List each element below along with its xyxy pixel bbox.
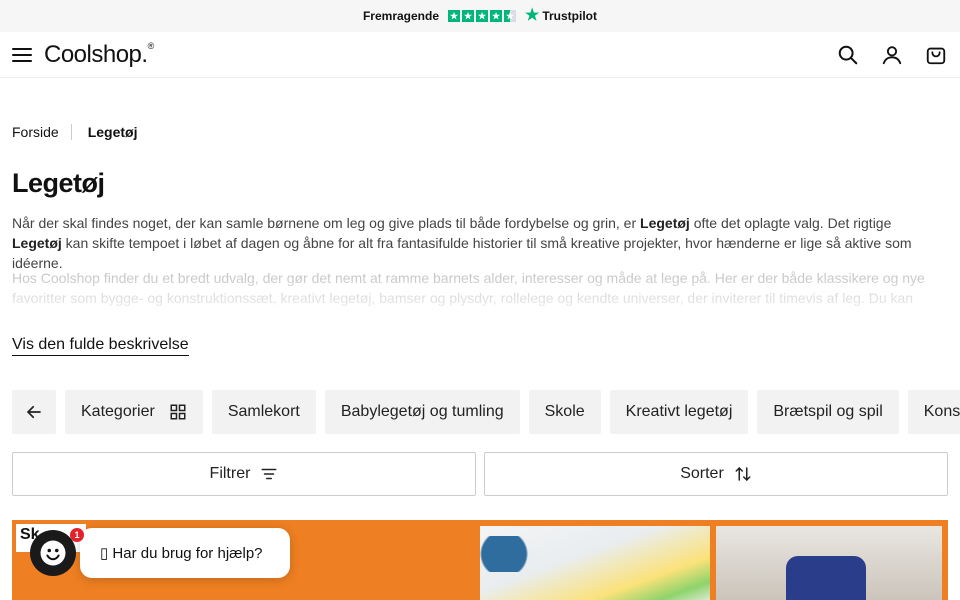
chat-prompt-bubble[interactable]: ▯ Har du brug for hjælp?	[80, 528, 290, 578]
banner-image-painting	[480, 526, 710, 600]
star-icon: ★	[490, 10, 502, 22]
chat-prompt-text: ▯ Har du brug for hjælp?	[100, 545, 263, 562]
filter-label: Filtrer	[209, 465, 251, 482]
breadcrumb-home[interactable]: Forside	[12, 124, 59, 140]
user-icon[interactable]	[880, 43, 904, 67]
trustpilot-brand: Trustpilot	[542, 9, 598, 23]
arrow-left-icon	[26, 405, 41, 419]
notification-badge: 1	[70, 528, 84, 542]
menu-icon[interactable]	[12, 47, 32, 62]
logo-text: Coolshop.	[44, 40, 148, 68]
half-star-icon: ★	[504, 10, 516, 22]
star-icon: ★	[462, 10, 474, 22]
sort-label: Sorter	[680, 465, 724, 482]
search-icon[interactable]	[836, 43, 860, 67]
breadcrumb-divider	[70, 124, 72, 140]
chip-label: Brætspil og spil	[773, 403, 883, 420]
breadcrumb-current: Legetøj	[87, 124, 138, 140]
chips-back-button[interactable]	[12, 390, 56, 434]
breadcrumb: Forside Legetøj	[12, 124, 137, 140]
chat-avatar-icon[interactable]: 1	[30, 528, 84, 576]
show-full-description-link[interactable]: Vis den fulde beskrivelse	[12, 336, 189, 356]
trustpilot-bar[interactable]: Fremragende ★ ★ ★ ★ ★ ★ Trustpilot	[0, 0, 960, 32]
rating-stars: ★ ★ ★ ★ ★	[448, 10, 516, 22]
logo[interactable]: Coolshop.®	[44, 41, 154, 69]
trustpilot-logo: ★ Trustpilot	[525, 8, 597, 24]
chip-kategorier[interactable]: Kategorier	[65, 390, 203, 434]
filter-icon	[260, 465, 278, 483]
chip-label: Kategorier	[81, 403, 155, 420]
category-description: Når der skal findes noget, der kan samle…	[12, 215, 912, 271]
category-description-faded: Hos Coolshop finder du et bredt udvalg, …	[12, 270, 925, 306]
category-chips: Kategorier Samlekort Babylegetøj og tuml…	[12, 390, 960, 434]
logo-mark: ®	[147, 40, 155, 51]
chip-label: Skole	[544, 403, 585, 420]
filter-button[interactable]: Filtrer	[12, 452, 476, 496]
page-title: Legetøj	[12, 168, 105, 198]
site-header: Coolshop.®	[0, 32, 960, 78]
star-icon: ★	[476, 10, 488, 22]
chip-label: Babylegetøj og tumling	[340, 403, 504, 420]
chip-kons[interactable]: Kons	[907, 390, 960, 434]
bag-icon[interactable]	[924, 43, 948, 67]
chip-skole[interactable]: Skole	[528, 390, 601, 434]
rating-text: Fremragende	[362, 9, 439, 23]
filter-sort-row: Filtrer Sorter	[12, 452, 948, 496]
grid-icon	[170, 404, 186, 420]
sort-button[interactable]: Sorter	[484, 452, 948, 496]
chip-samlekort[interactable]: Samlekort	[211, 390, 316, 434]
banner-image-backpack	[716, 526, 942, 600]
chat-widget[interactable]: 1 ▯ Har du brug for hjælp?	[30, 528, 290, 578]
chip-babylegetoj[interactable]: Babylegetøj og tumling	[324, 390, 520, 434]
chip-label: Kreativt legetøj	[625, 403, 733, 420]
trustpilot-star-icon: ★	[525, 7, 540, 24]
chip-label: Kons	[923, 403, 960, 420]
sort-arrows-icon	[734, 465, 752, 483]
star-icon: ★	[448, 10, 460, 22]
chip-label: Samlekort	[227, 403, 300, 420]
chip-braetspil[interactable]: Brætspil og spil	[757, 390, 899, 434]
chip-kreativt-legetoj[interactable]: Kreativt legetøj	[609, 390, 749, 434]
